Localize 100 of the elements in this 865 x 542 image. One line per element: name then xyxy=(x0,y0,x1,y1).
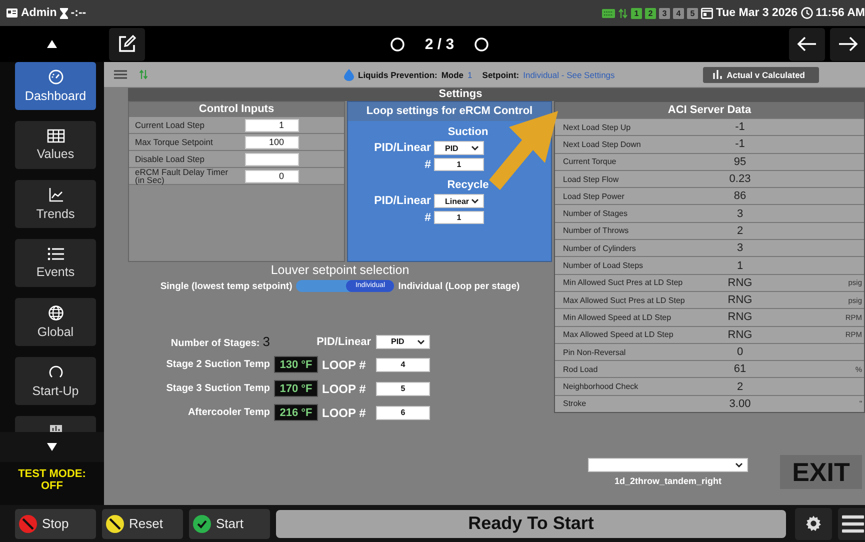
table-cell-text: -1 xyxy=(734,138,746,150)
input-field[interactable]: 1 xyxy=(434,158,484,171)
actual-vs-calculated-button[interactable]: Actual v Calculated xyxy=(702,66,819,82)
test-mode-label: TEST MODE: xyxy=(18,468,86,480)
chevron-down-icon xyxy=(735,462,743,468)
table-cell-text: Next Load Step Up xyxy=(562,122,632,132)
field-label: Current Load Step xyxy=(134,121,206,129)
temperature-display: 130 °F xyxy=(274,356,318,373)
input-field[interactable]: 1 xyxy=(245,118,299,132)
table-cell-text: Max Allowed Suct Pres at LD Step xyxy=(562,296,686,305)
settings-icon xyxy=(805,515,822,532)
input-field[interactable]: 100 xyxy=(245,136,299,148)
sidebar-item[interactable]: Events xyxy=(15,239,96,287)
table-cell-text: 95 xyxy=(732,156,748,168)
table-cell-text: 0.23 xyxy=(728,173,752,186)
select-field[interactable]: PID xyxy=(376,334,430,348)
group-title: Suction xyxy=(446,126,490,138)
option-label: Single (lowest temp setpoint) xyxy=(160,280,292,292)
globe-icon xyxy=(48,305,64,321)
timer: -:-- xyxy=(70,7,86,19)
field-label: LOOP # xyxy=(322,382,367,396)
back-button[interactable] xyxy=(789,28,825,60)
menu-icon[interactable] xyxy=(114,70,127,79)
user-name: Admin xyxy=(21,7,57,19)
table-cell-text: 3 xyxy=(736,242,744,254)
table-cell-text: Number of Stages xyxy=(562,209,628,218)
reset-icon xyxy=(106,514,124,532)
menu-button[interactable] xyxy=(838,508,865,540)
table-title: ACI Server Data xyxy=(555,102,864,118)
reset-button[interactable]: Reset xyxy=(102,508,183,538)
sidebar-item[interactable]: Dashboard xyxy=(15,62,96,110)
water-drop-icon xyxy=(344,68,354,80)
date-text: Tue Mar 3 2026 xyxy=(716,7,798,19)
chart-icon xyxy=(48,424,62,432)
line-chart-icon xyxy=(48,187,64,203)
forward-button[interactable] xyxy=(830,28,865,60)
input-field[interactable] xyxy=(245,152,299,166)
transfer-arrows-icon xyxy=(618,8,628,18)
table-cell-text: Min Allowed Suct Pres at LD Step xyxy=(562,278,684,288)
time-text: 11:56 AM xyxy=(816,7,865,19)
temperature-display: 216 °F xyxy=(274,404,318,421)
field-label: Max Torque Setpoint xyxy=(134,138,214,146)
edit-button[interactable] xyxy=(109,28,145,60)
field-label: eRCM Fault Delay Timer (in Sec) xyxy=(134,168,230,184)
sidebar-item[interactable]: Global xyxy=(15,298,96,346)
up-triangle-icon[interactable] xyxy=(47,40,57,48)
stop-button[interactable]: Stop xyxy=(15,508,96,538)
channel-indicator: 1 xyxy=(630,8,642,18)
field-label: LOOP # xyxy=(322,358,367,372)
input-field[interactable]: 1 xyxy=(434,211,484,224)
exit-button[interactable]: EXIT xyxy=(780,455,862,489)
mode-value: 1 xyxy=(468,70,472,80)
input-field[interactable]: 6 xyxy=(376,406,430,420)
calendar-icon xyxy=(700,7,713,19)
table-cell-text: Current Torque xyxy=(562,157,618,166)
clock-icon xyxy=(800,7,813,19)
refresh-icon xyxy=(48,364,64,380)
table-cell-text: Pin Non-Reversal xyxy=(562,348,627,356)
start-button[interactable]: Start xyxy=(189,508,270,538)
field-label: PID/Linear xyxy=(373,142,431,154)
setpoint-label: Setpoint: xyxy=(482,70,520,80)
table-icon xyxy=(46,129,64,143)
field-label: LOOP # xyxy=(322,406,367,420)
table-cell-text: Stroke xyxy=(562,399,588,408)
page-indicator: 2 / 3 xyxy=(424,36,454,52)
liquids-prevention-label: Liquids Prevention: xyxy=(358,70,438,80)
channel-indicator: 4 xyxy=(672,8,684,18)
select-field[interactable]: Linear xyxy=(434,194,484,208)
table-cell-text: Number of Throws xyxy=(562,226,630,236)
sidebar-item[interactable]: Values xyxy=(15,121,96,169)
select-field[interactable]: PID xyxy=(434,141,484,155)
input-field[interactable]: 0 xyxy=(245,170,299,182)
settings-button[interactable] xyxy=(795,508,832,540)
input-field[interactable]: 4 xyxy=(376,358,430,372)
stages-count: 3 xyxy=(262,334,270,349)
dropdown-field[interactable] xyxy=(588,458,748,472)
panel-title: Loop settings for eRCM Control xyxy=(348,102,551,121)
section-title: Louver setpoint selection xyxy=(270,263,410,277)
keyboard-icon xyxy=(602,8,615,18)
table-cell-text: RNG xyxy=(726,276,754,289)
field-label: Stage 2 Suction Temp xyxy=(165,359,270,370)
group-title: Recycle xyxy=(446,179,490,191)
table-cell-text: Max Allowed Speed at LD Step xyxy=(562,330,674,340)
panel-title: Control Inputs xyxy=(129,102,344,117)
sidebar-item[interactable]: Trends xyxy=(15,180,96,228)
table-cell-text: RNG xyxy=(726,328,754,341)
field-label: Stage 3 Suction Temp xyxy=(165,383,270,394)
start-icon xyxy=(193,514,211,532)
table-cell-text: Next Load Step Down xyxy=(562,140,642,149)
circle-icon[interactable] xyxy=(390,36,405,52)
menu-icon xyxy=(842,514,864,534)
list-icon xyxy=(46,247,64,261)
input-field[interactable]: 5 xyxy=(376,382,430,396)
circle-icon[interactable] xyxy=(474,36,490,52)
down-triangle-icon[interactable] xyxy=(47,443,57,451)
test-mode-value: OFF xyxy=(41,480,63,492)
table-cell-text: 2 xyxy=(736,224,744,237)
sidebar-item[interactable]: Start-Up xyxy=(15,357,96,405)
field-label: Disable Load Step xyxy=(134,155,206,163)
table-cell-text: Load Step Flow xyxy=(562,174,620,184)
